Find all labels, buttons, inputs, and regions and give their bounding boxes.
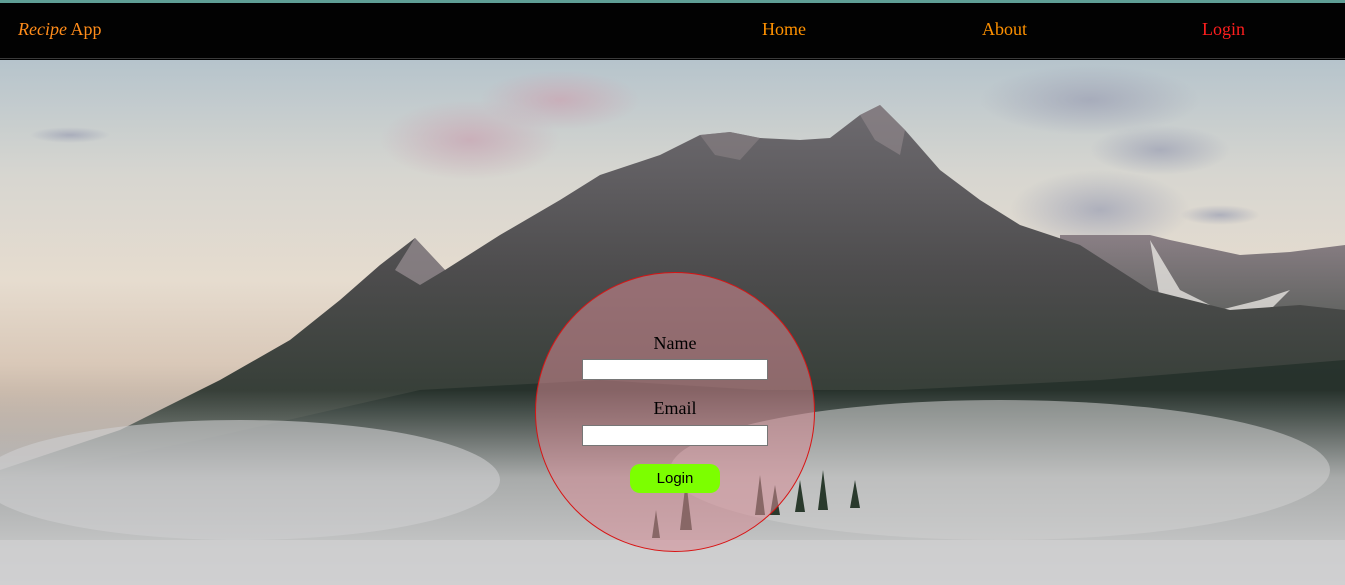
brand-italic: Recipe — [18, 19, 67, 39]
name-label: Name — [653, 333, 697, 353]
nav-link-about[interactable]: About — [982, 19, 1027, 40]
email-input[interactable] — [582, 425, 768, 446]
brand-rest: App — [66, 19, 102, 39]
hero-background: Name Email Login — [0, 60, 1345, 585]
email-label: Email — [653, 398, 697, 418]
navbar: Recipe App Home About Login — [0, 3, 1345, 59]
login-button[interactable]: Login — [630, 464, 720, 493]
nav-link-home[interactable]: Home — [762, 19, 806, 40]
login-form: Name Email Login — [535, 272, 815, 552]
brand-logo[interactable]: Recipe App — [18, 19, 101, 40]
nav-link-login[interactable]: Login — [1202, 19, 1245, 40]
name-input[interactable] — [582, 359, 768, 380]
